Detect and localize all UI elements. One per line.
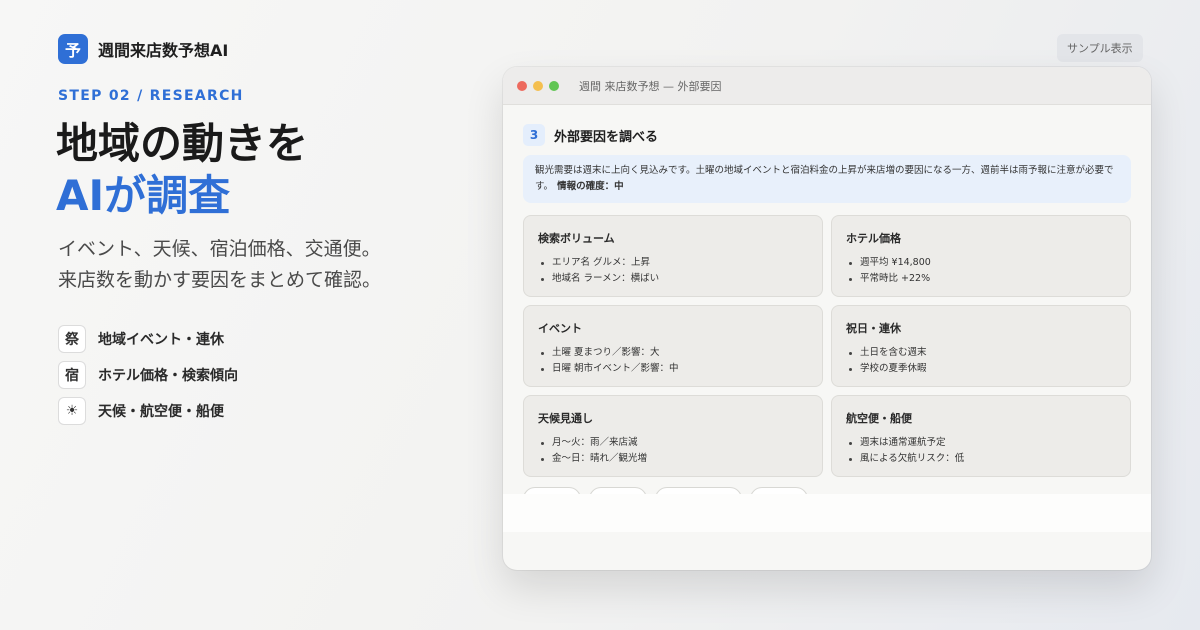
card-item: 学校の夏季休暇 [846, 361, 1116, 377]
feature-label: 天候・航空便・船便 [98, 404, 224, 420]
card-item: 月〜火：雨／来店減 [538, 435, 808, 451]
card-flights-ferries: 航空便・船便 週末は通常運航予定 風による欠航リスク：低 [831, 395, 1131, 477]
card-item: 平常時比 +22% [846, 271, 1116, 287]
card-hotel-price: ホテル価格 週平均 ¥14,800 平常時比 +22% [831, 215, 1131, 297]
card-holidays: 祝日・連休 土日を含む週末 学校の夏季休暇 [831, 305, 1131, 387]
card-title: ホテル価格 [846, 232, 901, 245]
card-title: 天候見通し [538, 412, 593, 425]
brand-name: 週間来店数予想AI [98, 41, 229, 60]
feature-item-events: 祭 地域イベント・連休 [58, 325, 238, 353]
card-item: 風による欠航リスク：低 [846, 451, 1116, 467]
brand-logo-icon: 予 [58, 34, 88, 64]
lodging-icon: 宿 [58, 361, 86, 389]
card-title: 祝日・連休 [846, 322, 901, 335]
card-item: 地域名 ラーメン：横ばい [538, 271, 808, 287]
festival-icon: 祭 [58, 325, 86, 353]
card-item: 週末は通常運航予定 [846, 435, 1116, 451]
window-titlebar: 週間 来店数予想 — 外部要因 [503, 67, 1151, 105]
section-title: 外部要因を調べる [554, 129, 659, 145]
window-title: 週間 来店数予想 — 外部要因 [579, 79, 722, 93]
sun-icon: ☀ [58, 397, 86, 425]
confidence-label: 情報の確度：中 [557, 181, 624, 192]
window-footer [503, 494, 1151, 532]
card-title: 検索ボリューム [538, 232, 615, 245]
step-label: STEP 02 / RESEARCH [58, 88, 244, 104]
window-content: 3 外部要因を調べる 観光需要は週末に上向く見込みです。土曜の地域イベントと宿泊… [503, 105, 1151, 532]
headline: 地域の動きを AIが調査 [56, 118, 308, 222]
feature-label: 地域イベント・連休 [98, 332, 224, 348]
feature-item-weather: ☀ 天候・航空便・船便 [58, 397, 238, 425]
feature-item-hotel: 宿 ホテル価格・検索傾向 [58, 361, 238, 389]
description-line2: 来店数を動かす要因をまとめて確認。 [58, 269, 382, 291]
feature-list: 祭 地域イベント・連休 宿 ホテル価格・検索傾向 ☀ 天候・航空便・船便 [58, 325, 238, 433]
close-window-button[interactable] [517, 80, 527, 91]
card-events: イベント 土曜 夏まつり／影響：大 日曜 朝市イベント／影響：中 [523, 305, 823, 387]
card-item: 週平均 ¥14,800 [846, 255, 1116, 271]
step-number-badge: 3 [523, 124, 545, 146]
summary-box: 観光需要は週末に上向く見込みです。土曜の地域イベントと宿泊料金の上昇が来店増の要… [523, 155, 1131, 203]
feature-label: ホテル価格・検索傾向 [98, 368, 238, 384]
card-item: 土曜 夏まつり／影響：大 [538, 345, 808, 361]
sample-display-badge: サンプル表示 [1057, 34, 1143, 62]
minimize-window-button[interactable] [533, 80, 543, 91]
description: イベント、天候、宿泊価格、交通便。 来店数を動かす要因をまとめて確認。 [58, 234, 381, 296]
card-item: 土日を含む週末 [846, 345, 1116, 361]
card-title: 航空便・船便 [846, 412, 912, 425]
card-item: 金〜日：晴れ／観光増 [538, 451, 808, 467]
card-search-volume: 検索ボリューム エリア名 グルメ：上昇 地域名 ラーメン：横ばい [523, 215, 823, 297]
headline-line2: AIが調査 [56, 171, 231, 220]
card-title: イベント [538, 322, 582, 335]
headline-line1: 地域の動きを [56, 119, 309, 168]
app-window: 週間 来店数予想 — 外部要因 3 外部要因を調べる 観光需要は週末に上向く見込… [503, 67, 1151, 570]
card-item: エリア名 グルメ：上昇 [538, 255, 808, 271]
card-item: 日曜 朝市イベント／影響：中 [538, 361, 808, 377]
section-header: 3 外部要因を調べる [523, 124, 658, 146]
card-weather-outlook: 天候見通し 月〜火：雨／来店減 金〜日：晴れ／観光増 [523, 395, 823, 477]
brand: 予 週間来店数予想AI [58, 34, 228, 64]
description-line1: イベント、天候、宿泊価格、交通便。 [58, 238, 381, 260]
zoom-window-button[interactable] [549, 80, 559, 91]
